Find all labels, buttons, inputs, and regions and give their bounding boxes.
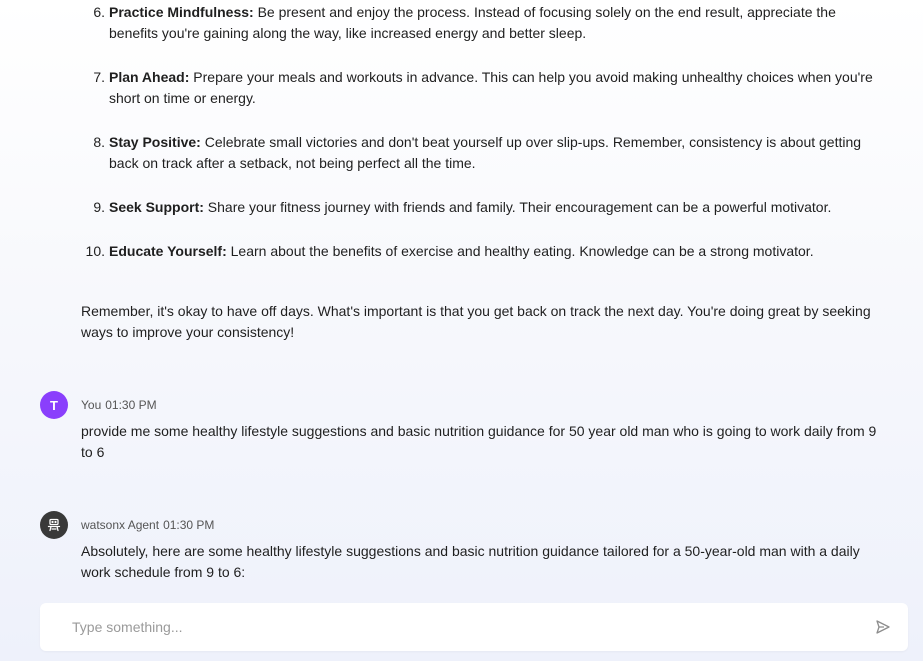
list-number: 6. xyxy=(93,4,105,20)
sender-name: watsonx Agent xyxy=(81,518,160,532)
tip-title: Stay Positive: xyxy=(109,134,201,150)
user-message-header: T You 01:30 PM xyxy=(40,391,157,419)
agent-message-text: Absolutely, here are some healthy lifest… xyxy=(81,543,860,580)
closing-paragraph: Remember, it's okay to have off days. Wh… xyxy=(81,303,871,340)
message-meta: You 01:30 PM xyxy=(81,398,157,412)
agent-message-header: watsonx Agent 01:30 PM xyxy=(40,511,214,539)
list-item: 6. Practice Mindfulness: Be present and e… xyxy=(81,2,881,44)
chat-thread[interactable]: 6. Practice Mindfulness: Be present and e… xyxy=(0,0,923,600)
tip-title: Educate Yourself: xyxy=(109,243,227,259)
list-item: 8. Stay Positive: Celebrate small victori… xyxy=(81,132,881,174)
list-number: 8. xyxy=(93,134,105,150)
tips-list: 6. Practice Mindfulness: Be present and e… xyxy=(81,2,881,285)
send-button[interactable] xyxy=(874,618,892,636)
list-number: 10. xyxy=(85,243,105,259)
tip-text: Celebrate small victories and don't beat… xyxy=(109,134,862,171)
robot-icon xyxy=(47,518,61,532)
list-number: 9. xyxy=(93,199,105,215)
message-composer xyxy=(40,603,908,651)
list-item: 9. Seek Support: Share your fitness journ… xyxy=(81,197,881,218)
message-input[interactable] xyxy=(60,603,864,651)
user-avatar[interactable]: T xyxy=(40,391,68,419)
timestamp: 01:30 PM xyxy=(105,398,157,412)
tip-text: Prepare your meals and workouts in advan… xyxy=(109,69,873,106)
tip-title: Practice Mindfulness: xyxy=(109,4,254,20)
message-meta: watsonx Agent 01:30 PM xyxy=(81,518,214,532)
user-message-text: provide me some healthy lifestyle sugges… xyxy=(81,423,877,460)
list-item: 7. Plan Ahead: Prepare your meals and wor… xyxy=(81,67,881,109)
tip-text: Learn about the benefits of exercise and… xyxy=(226,243,814,259)
list-number: 7. xyxy=(93,69,105,85)
tip-text: Share your fitness journey with friends … xyxy=(203,199,832,215)
send-icon xyxy=(876,620,890,634)
list-item: 10. Educate Yourself: Learn about the ben… xyxy=(81,241,881,262)
sender-name: You xyxy=(81,398,102,412)
tip-title: Plan Ahead: xyxy=(109,69,190,85)
timestamp: 01:30 PM xyxy=(163,518,215,532)
agent-avatar[interactable] xyxy=(40,511,68,539)
tip-title: Seek Support: xyxy=(109,199,204,215)
